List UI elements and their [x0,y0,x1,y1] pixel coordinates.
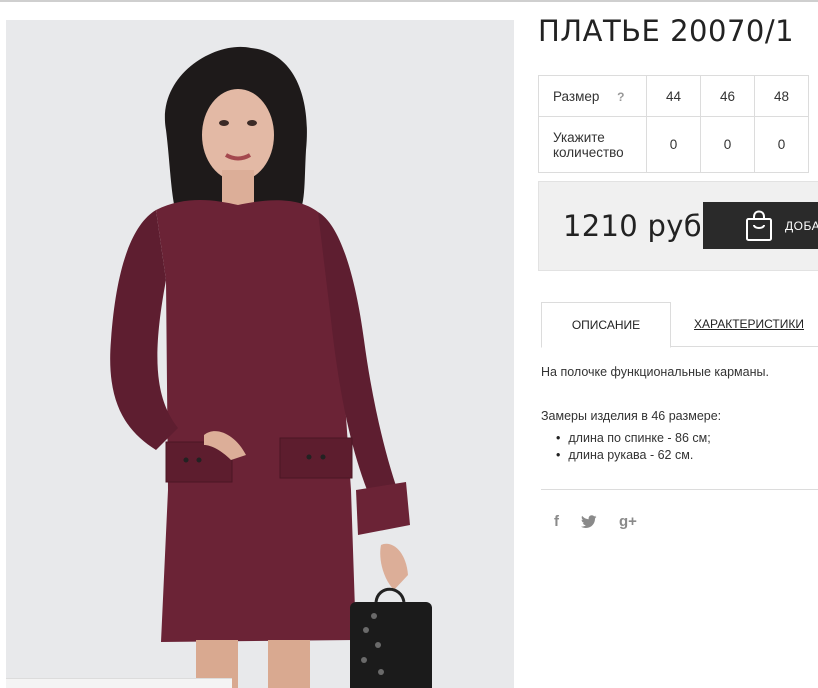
size-help-icon[interactable]: ? [617,90,624,104]
product-photo[interactable] [6,20,514,688]
size-row: Размер ? 44 46 48 [538,75,809,117]
top-divider [0,0,818,2]
shopping-bag-icon [746,209,772,241]
size-option: 46 [700,75,755,117]
quantity-label: Укажите количество [538,116,647,173]
price-value: 1210 руб [563,209,702,243]
tab-characteristics[interactable]: ХАРАКТЕРИСТИКИ [694,302,804,347]
measure-title: Замеры изделия в 46 размере: [541,409,722,423]
size-label-cell: Размер ? [538,75,647,117]
divider [541,489,818,490]
quantity-input[interactable]: 0 [700,116,755,173]
list-item: длина по спинке - 86 см; [556,430,710,447]
description-text: На полочке функциональные карманы. [541,365,769,379]
thumbnail-strip [6,678,232,688]
social-share: f g+ [554,513,637,530]
product-tabs: ОПИСАНИЕ ХАРАКТЕРИСТИКИ [541,302,818,348]
add-to-cart-button[interactable]: ДОБА [703,202,818,249]
size-table: Размер ? 44 46 48 Укажите количество 0 0… [538,75,809,173]
facebook-icon[interactable]: f [554,513,559,530]
dress-model-image [6,20,514,688]
quantity-input[interactable]: 0 [646,116,701,173]
quantity-input[interactable]: 0 [754,116,809,173]
product-title: ПЛАТЬЕ 20070/1 [538,14,795,48]
price-box: 1210 руб ДОБА [538,181,818,271]
twitter-icon[interactable] [581,514,597,529]
google-plus-icon[interactable]: g+ [619,513,637,530]
size-option: 44 [646,75,701,117]
size-option: 48 [754,75,809,117]
add-to-cart-label: ДОБА [785,218,818,233]
quantity-row: Укажите количество 0 0 0 [538,116,809,173]
list-item: длина рукава - 62 см. [556,447,711,464]
measure-list: длина по спинке - 86 см; длина рукава - … [556,430,711,464]
tab-description[interactable]: ОПИСАНИЕ [541,302,671,348]
size-label: Размер [553,88,600,104]
